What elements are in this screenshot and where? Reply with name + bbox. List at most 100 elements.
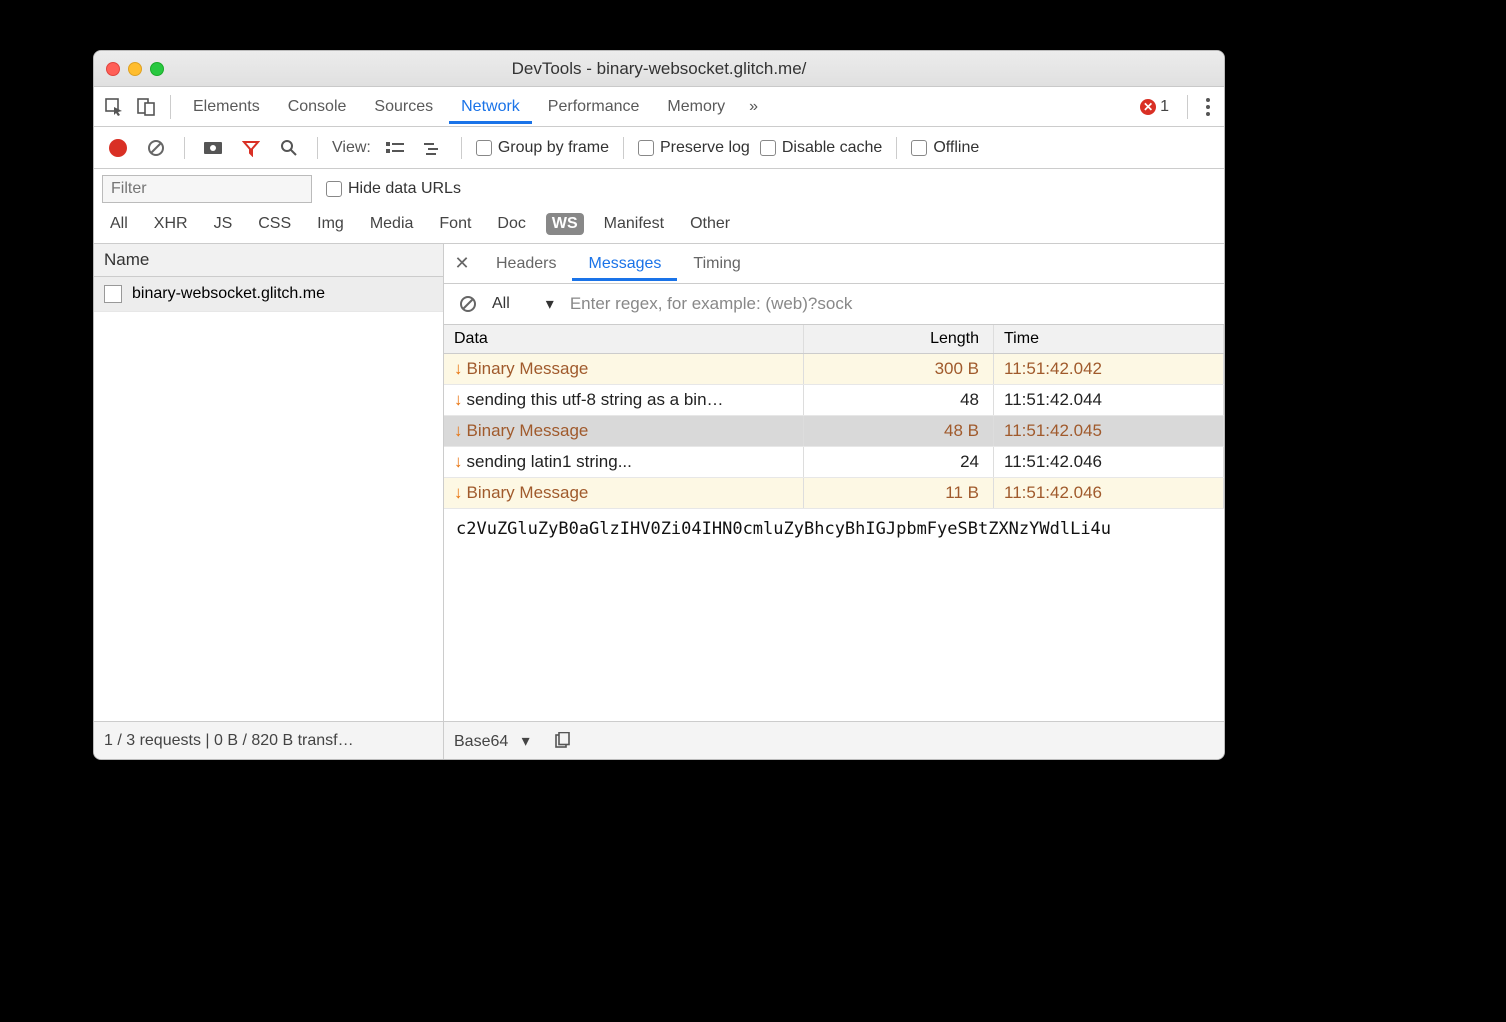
arrow-down-icon: ↓ xyxy=(454,421,463,440)
direction-filter-dropdown[interactable]: All ▾ xyxy=(492,294,554,314)
toggle-device-toolbar-icon[interactable] xyxy=(132,93,160,121)
overview-icon[interactable] xyxy=(419,134,447,162)
filter-icon[interactable] xyxy=(237,134,265,162)
clear-button[interactable] xyxy=(142,134,170,162)
filter-all[interactable]: All xyxy=(104,213,134,235)
request-list-panel: Name binary-websocket.glitch.me 1 / 3 re… xyxy=(94,244,444,759)
request-summary: 1 / 3 requests | 0 B / 820 B transf… xyxy=(94,721,443,759)
message-length: 48 xyxy=(804,385,994,415)
titlebar: DevTools - binary-websocket.glitch.me/ xyxy=(94,51,1224,87)
detail-panel: ✕ Headers Messages Timing All ▾ Data Len… xyxy=(444,244,1224,759)
encoding-dropdown[interactable]: Base64 ▾ xyxy=(454,731,530,751)
filter-media[interactable]: Media xyxy=(364,213,420,235)
message-filter-bar: All ▾ xyxy=(444,284,1224,325)
window-close-button[interactable] xyxy=(106,62,120,76)
error-count: 1 xyxy=(1160,98,1169,116)
message-row[interactable]: ↓sending this utf-8 string as a bin… 4811… xyxy=(444,385,1224,416)
arrow-down-icon: ↓ xyxy=(454,390,463,409)
filter-input[interactable] xyxy=(102,175,312,203)
window-minimize-button[interactable] xyxy=(128,62,142,76)
type-filter-row: All XHR JS CSS Img Media Font Doc WS Man… xyxy=(94,209,1224,244)
message-row[interactable]: ↓sending latin1 string...2411:51:42.046 xyxy=(444,447,1224,478)
disable-cache-checkbox[interactable]: Disable cache xyxy=(760,139,883,157)
devtools-window: DevTools - binary-websocket.glitch.me/ E… xyxy=(93,50,1225,760)
col-time[interactable]: Time xyxy=(994,325,1224,353)
view-label: View: xyxy=(332,139,371,157)
main-split: Name binary-websocket.glitch.me 1 / 3 re… xyxy=(94,244,1224,759)
preserve-log-checkbox[interactable]: Preserve log xyxy=(638,139,750,157)
network-toolbar: View: Group by frame Preserve log Disabl… xyxy=(94,127,1224,169)
tab-console[interactable]: Console xyxy=(276,90,359,124)
tab-memory[interactable]: Memory xyxy=(655,90,737,124)
detail-tabs: ✕ Headers Messages Timing xyxy=(444,244,1224,284)
filter-js[interactable]: JS xyxy=(208,213,239,235)
inspect-element-icon[interactable] xyxy=(100,93,128,121)
record-button[interactable] xyxy=(104,134,132,162)
separator xyxy=(1187,95,1188,119)
subtab-headers[interactable]: Headers xyxy=(480,247,572,281)
arrow-down-icon: ↓ xyxy=(454,359,463,378)
copy-button[interactable] xyxy=(548,727,576,755)
message-preview[interactable]: c2VuZGluZyB0aGlzIHV0Zi04IHN0cmluZyBhcyBh… xyxy=(444,509,1224,721)
message-length: 24 xyxy=(804,447,994,477)
filter-ws[interactable]: WS xyxy=(546,213,584,235)
window-zoom-button[interactable] xyxy=(150,62,164,76)
panel-tabbar: Elements Console Sources Network Perform… xyxy=(94,87,1224,127)
error-count-badge[interactable]: ✕ 1 xyxy=(1140,98,1169,116)
clear-messages-button[interactable] xyxy=(454,290,482,318)
group-by-frame-checkbox[interactable]: Group by frame xyxy=(476,139,609,157)
settings-menu-button[interactable] xyxy=(1198,94,1218,120)
offline-checkbox[interactable]: Offline xyxy=(911,139,979,157)
preview-footer: Base64 ▾ xyxy=(444,721,1224,759)
message-data: Binary Message xyxy=(467,483,589,502)
search-icon[interactable] xyxy=(275,134,303,162)
message-row[interactable]: ↓Binary Message11 B11:51:42.046 xyxy=(444,478,1224,509)
name-column-header[interactable]: Name xyxy=(94,244,443,277)
messages-grid-body: ↓Binary Message300 B11:51:42.042↓sending… xyxy=(444,354,1224,509)
tab-performance[interactable]: Performance xyxy=(536,90,652,124)
filter-manifest[interactable]: Manifest xyxy=(598,213,670,235)
message-row[interactable]: ↓Binary Message300 B11:51:42.042 xyxy=(444,354,1224,385)
hide-data-urls-checkbox[interactable]: Hide data URLs xyxy=(326,180,461,198)
message-length: 48 B xyxy=(804,416,994,446)
col-length[interactable]: Length xyxy=(804,325,994,353)
message-data: sending latin1 string... xyxy=(467,452,632,471)
filter-other[interactable]: Other xyxy=(684,213,736,235)
record-icon xyxy=(109,139,127,157)
subtab-timing[interactable]: Timing xyxy=(677,247,756,281)
filter-xhr[interactable]: XHR xyxy=(148,213,194,235)
filter-doc[interactable]: Doc xyxy=(491,213,531,235)
frame-icon xyxy=(104,285,122,303)
request-row[interactable]: binary-websocket.glitch.me xyxy=(94,277,443,312)
tab-sources[interactable]: Sources xyxy=(362,90,445,124)
arrow-down-icon: ↓ xyxy=(454,483,463,502)
window-title: DevTools - binary-websocket.glitch.me/ xyxy=(94,59,1224,79)
separator xyxy=(170,95,171,119)
error-icon: ✕ xyxy=(1140,99,1156,115)
message-time: 11:51:42.044 xyxy=(994,385,1224,415)
message-length: 11 B xyxy=(804,478,994,508)
tab-elements[interactable]: Elements xyxy=(181,90,272,124)
message-regex-input[interactable] xyxy=(564,290,1214,318)
more-tabs-button[interactable]: » xyxy=(741,98,766,116)
request-name: binary-websocket.glitch.me xyxy=(132,285,325,303)
message-time: 11:51:42.046 xyxy=(994,447,1224,477)
messages-grid-header: Data Length Time xyxy=(444,325,1224,354)
traffic-lights xyxy=(94,62,164,76)
large-rows-icon[interactable] xyxy=(381,134,409,162)
chevron-down-icon: ▾ xyxy=(522,733,530,750)
filter-css[interactable]: CSS xyxy=(252,213,297,235)
message-data: Binary Message xyxy=(467,421,589,440)
message-length: 300 B xyxy=(804,354,994,384)
message-data: sending this utf-8 string as a bin… xyxy=(467,390,724,409)
col-data[interactable]: Data xyxy=(444,325,804,353)
message-row[interactable]: ↓Binary Message 48 B11:51:42.045 xyxy=(444,416,1224,447)
tab-network[interactable]: Network xyxy=(449,90,532,124)
subtab-messages[interactable]: Messages xyxy=(572,247,677,281)
message-time: 11:51:42.042 xyxy=(994,354,1224,384)
filter-img[interactable]: Img xyxy=(311,213,350,235)
message-time: 11:51:42.045 xyxy=(994,416,1224,446)
close-detail-button[interactable]: ✕ xyxy=(444,253,480,274)
filter-font[interactable]: Font xyxy=(433,213,477,235)
capture-screenshots-icon[interactable] xyxy=(199,134,227,162)
